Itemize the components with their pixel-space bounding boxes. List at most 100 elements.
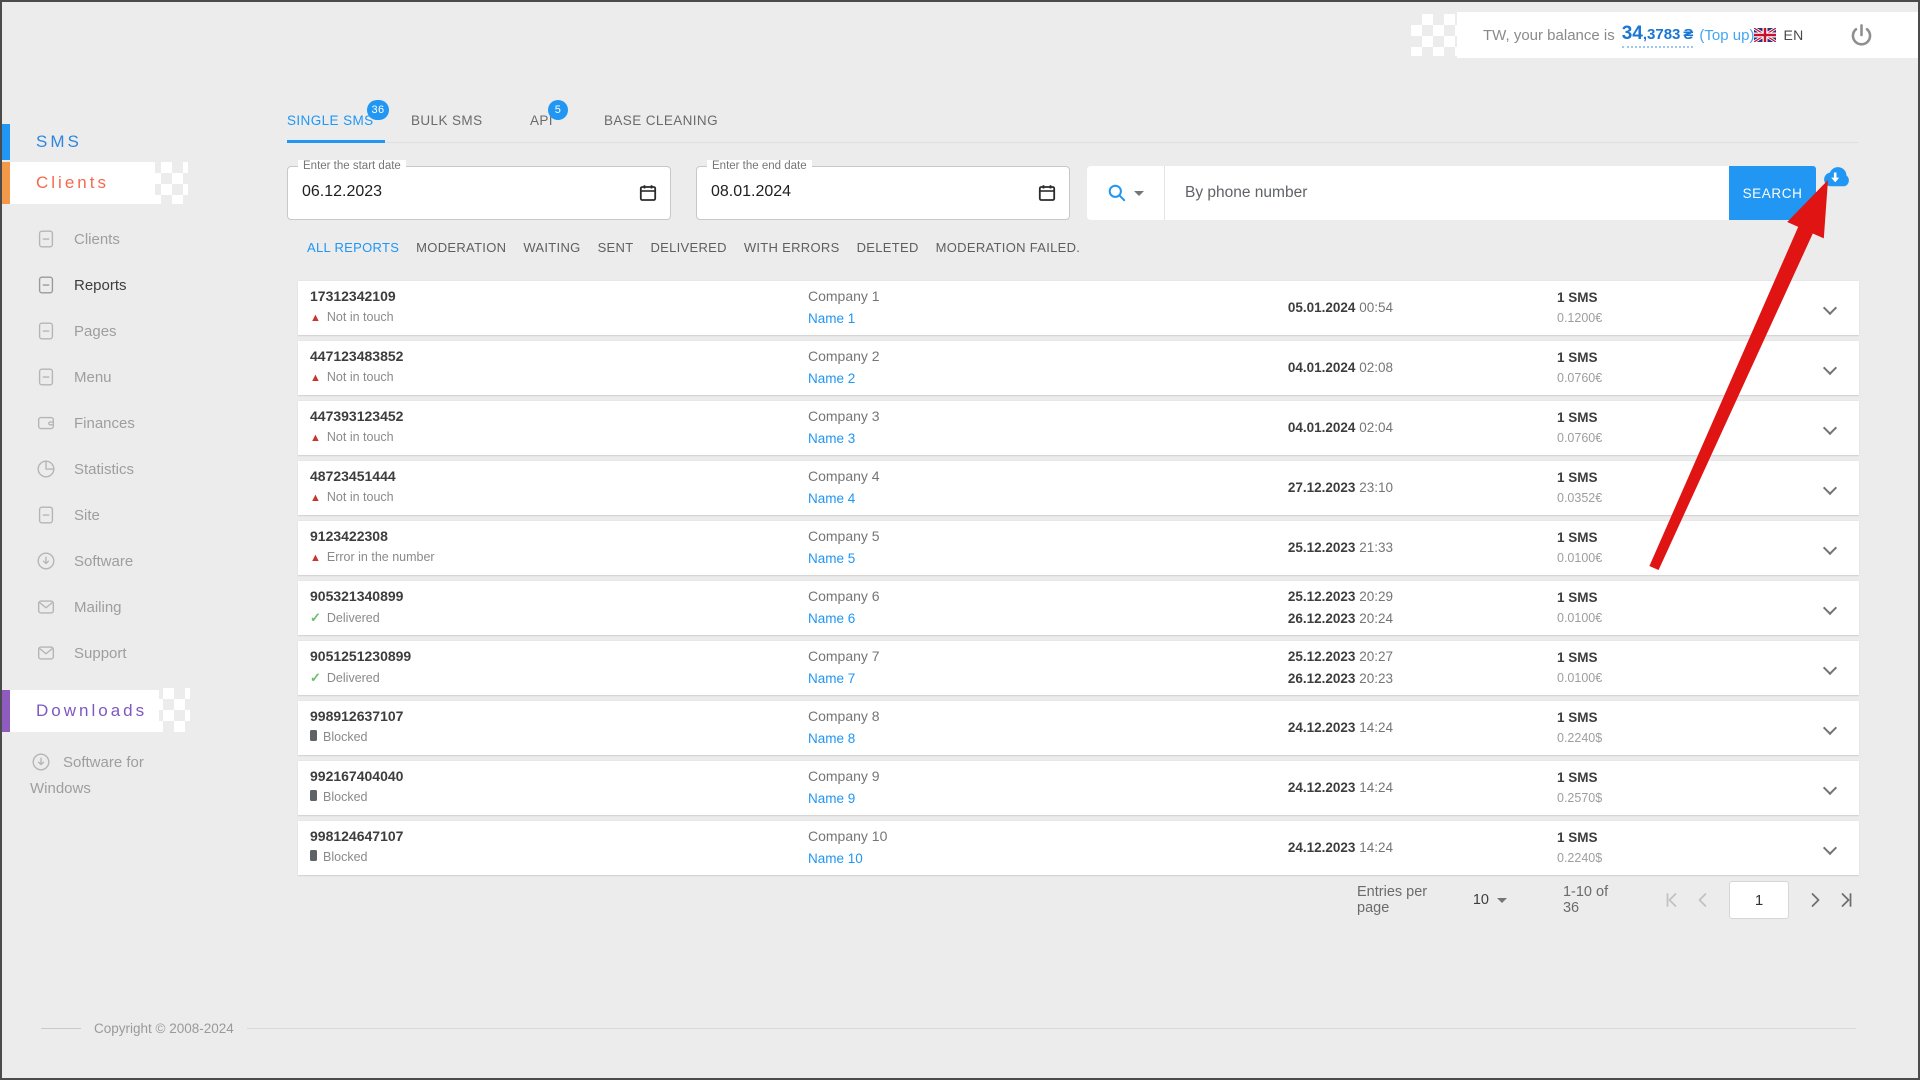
sidebar-item-reports[interactable]: Reports — [2, 262, 232, 308]
balance-amount[interactable]: 34 ,3783 ₴ — [1621, 23, 1694, 48]
client-name-link[interactable]: Name 3 — [808, 431, 855, 446]
chevron-down-icon[interactable] — [1822, 600, 1838, 616]
status-label: Blocked — [323, 850, 368, 864]
download-report-button[interactable] — [1816, 164, 1854, 197]
logout-power-button[interactable] — [1848, 22, 1875, 49]
status-icon — [310, 670, 321, 686]
chevron-down-icon[interactable] — [1822, 360, 1838, 376]
sidebar-item-clients[interactable]: Clients — [2, 216, 232, 262]
chevron-down-icon[interactable] — [1822, 300, 1838, 316]
end-date-field[interactable]: Enter the end date 08.01.2024 — [696, 160, 1070, 220]
send-dates: 27.12.2023 23:10 — [1287, 480, 1393, 495]
sidebar-item-menu[interactable]: Menu — [2, 354, 232, 400]
client-name-link[interactable]: Name 5 — [808, 551, 855, 566]
phone-number: 998124647107 — [310, 828, 404, 844]
client-name-link[interactable]: Name 2 — [808, 371, 855, 386]
power-icon — [1851, 23, 1871, 46]
current-page-input[interactable] — [1729, 881, 1789, 919]
chevron-down-icon[interactable] — [1822, 660, 1838, 676]
filter-sent[interactable]: SENT — [598, 240, 634, 255]
client-name-link[interactable]: Name 7 — [808, 671, 855, 686]
client-name-link[interactable]: Name 1 — [808, 311, 855, 326]
topbar: TW, your balance is 34 ,3783 ₴ (Top up) … — [1457, 12, 1918, 58]
sidebar-item-mailing[interactable]: Mailing — [2, 584, 232, 630]
api-badge: 5 — [547, 100, 568, 120]
filter-waiting[interactable]: WAITING — [523, 240, 580, 255]
client-name-link[interactable]: Name 4 — [808, 491, 855, 506]
filter-all-reports[interactable]: ALL REPORTS — [307, 240, 399, 255]
chevron-down-icon[interactable] — [1822, 720, 1838, 736]
send-dates: 25.12.2023 20:29 26.12.2023 20:24 — [1287, 589, 1393, 626]
chevron-down-icon[interactable] — [1822, 540, 1838, 556]
filter-with-errors[interactable]: WITH ERRORS — [744, 240, 840, 255]
tab-single-sms[interactable]: SINGLE SMS 36 — [287, 100, 389, 128]
clients-accent-bar — [2, 162, 10, 204]
last-page-button[interactable] — [1835, 888, 1859, 912]
status: Not in touch — [310, 310, 394, 324]
status-icon — [310, 310, 321, 324]
calendar-icon[interactable] — [1037, 183, 1057, 208]
sidebar-item-site[interactable]: Site — [2, 492, 232, 538]
send-dates: 05.01.2024 00:54 — [1287, 300, 1393, 315]
next-page-button[interactable] — [1803, 888, 1827, 912]
client-name-link[interactable]: Name 8 — [808, 731, 855, 746]
status-label: Blocked — [323, 790, 368, 804]
sidebar-item-finances[interactable]: Finances — [2, 400, 232, 446]
calendar-icon[interactable] — [638, 183, 658, 208]
chevron-down-icon[interactable] — [1822, 780, 1838, 796]
sidebar-item-software-for-windows[interactable]: Software for Windows — [30, 750, 200, 802]
table-row: 992167404040 Blocked Company 9 Name 9 24… — [298, 760, 1859, 815]
entries-per-page-select[interactable]: 10 — [1473, 892, 1507, 908]
tab-api[interactable]: API 5 — [530, 100, 568, 128]
search-bar: SEARCH — [1087, 166, 1816, 220]
status: Not in touch — [310, 370, 394, 384]
sidebar-group-clients[interactable]: Clients — [2, 162, 155, 204]
company-name: Company 2 — [808, 348, 880, 364]
status: Delivered — [310, 610, 380, 626]
filter-moderation-failed[interactable]: MODERATION FAILED. — [936, 240, 1081, 255]
sidebar-group-sms[interactable]: SMS — [2, 124, 232, 160]
search-type-select[interactable] — [1087, 166, 1165, 220]
price: 0.0760€ — [1557, 431, 1603, 445]
filter-deleted[interactable]: DELETED — [857, 240, 919, 255]
active-tab-underline — [287, 140, 385, 143]
status-label: Error in the number — [326, 550, 435, 564]
client-name-link[interactable]: Name 9 — [808, 791, 855, 806]
previous-page-button[interactable] — [1691, 888, 1715, 912]
first-page-button[interactable] — [1659, 888, 1683, 912]
phone-number: 48723451444 — [310, 468, 396, 484]
clients-checker-decoration — [150, 162, 188, 204]
sidebar-item-pages[interactable]: Pages — [2, 308, 232, 354]
sms-count: 1 SMS 0.0100€ — [1557, 521, 1602, 575]
page-range: 1-10 of 36 — [1562, 884, 1609, 916]
status-label: Delivered — [326, 611, 380, 625]
sidebar-group-downloads[interactable]: Downloads — [2, 690, 159, 732]
chevron-down-icon[interactable] — [1822, 420, 1838, 436]
sidebar-item-statistics[interactable]: Statistics — [2, 446, 232, 492]
top-up-link[interactable]: (Top up) — [1699, 27, 1754, 44]
client-name-link[interactable]: Name 6 — [808, 611, 855, 626]
status-icon — [310, 550, 321, 564]
send-dates: 24.12.2023 14:24 — [1287, 840, 1393, 855]
tab-bulk-sms[interactable]: BULK SMS — [411, 113, 482, 128]
status: Blocked — [310, 850, 367, 864]
company-name: Company 10 — [808, 828, 888, 844]
chevron-down-icon[interactable] — [1822, 840, 1838, 856]
start-date-field[interactable]: Enter the start date 06.12.2023 — [287, 160, 671, 220]
search-input[interactable] — [1165, 166, 1729, 220]
sidebar-item-software[interactable]: Software — [2, 538, 232, 584]
filter-delivered[interactable]: DELIVERED — [650, 240, 726, 255]
client-name-link[interactable]: Name 10 — [808, 851, 863, 866]
balance-prefix: TW, your balance is — [1483, 26, 1615, 44]
pie-chart-icon — [37, 460, 55, 478]
company-name: Company 5 — [808, 528, 880, 544]
search-button[interactable]: SEARCH — [1729, 166, 1816, 220]
tab-base-cleaning[interactable]: BASE CLEANING — [604, 113, 718, 128]
table-row: 9051251230899 Delivered Company 7 Name 7… — [298, 640, 1859, 695]
pagination: Entries per page 10 1-10 of 36 — [1332, 877, 1859, 923]
sidebar-item-support[interactable]: Support — [2, 630, 232, 676]
status-icon — [310, 430, 321, 444]
chevron-down-icon[interactable] — [1822, 480, 1838, 496]
language-switcher[interactable]: EN — [1754, 27, 1803, 43]
filter-moderation[interactable]: MODERATION — [416, 240, 506, 255]
